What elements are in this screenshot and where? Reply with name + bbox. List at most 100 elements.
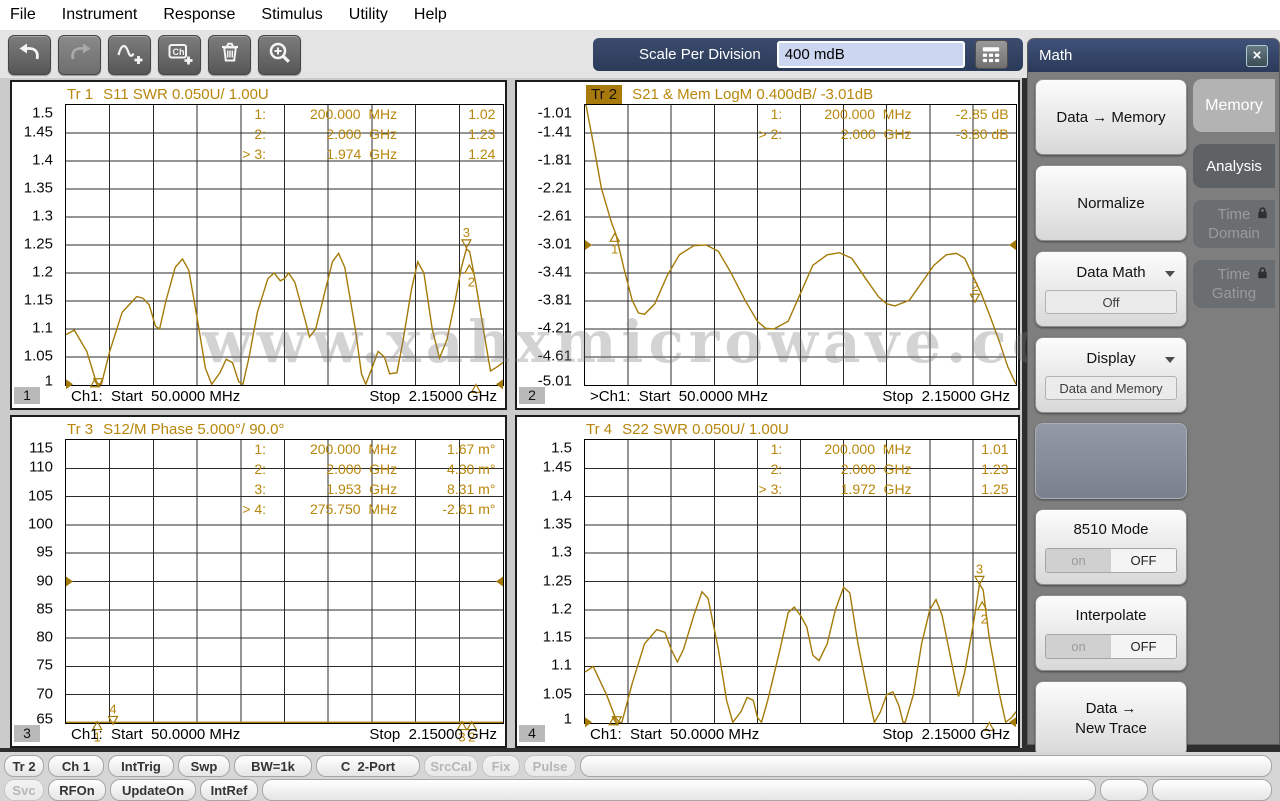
tab-analysis[interactable]: Analysis	[1193, 144, 1275, 188]
tab-time-domain: Time Domain	[1193, 200, 1275, 248]
plot-4: Tr 4 S22 SWR 0.050U/ 1.00U 1.5 1.45 1.4 1.35 1…	[515, 415, 1020, 748]
menu-utility[interactable]: Utility	[336, 6, 401, 24]
interpolate-button[interactable]: Interpolate on OFF	[1035, 595, 1187, 671]
y-axis-labels: 1.5 1.45 1.4 1.35 1.3 1.25 1.2 1.15 1.1 1.05 1	[517, 439, 578, 728]
y-tick-label: 1.05	[23, 347, 53, 365]
status-ch-1[interactable]: Ch 1	[48, 755, 104, 777]
y-tick-label: -3.81	[537, 291, 572, 309]
marker-symbol	[460, 239, 472, 250]
toggle-off-label: OFF	[1111, 635, 1176, 658]
y-tick-label: 90	[36, 572, 53, 589]
add-channel-button[interactable]: Ch	[158, 35, 201, 75]
channel-badge: 4	[519, 725, 545, 742]
y-tick-label: 105	[27, 487, 53, 505]
delete-icon	[216, 39, 244, 72]
toolbar-icons: Ch	[8, 35, 301, 75]
status-blank[interactable]	[1100, 779, 1148, 801]
data-memory-button[interactable]: Data → Memory	[1035, 79, 1187, 155]
redo-icon	[66, 39, 94, 72]
scale-per-division-label: Scale Per Division	[639, 46, 761, 63]
status-blank[interactable]	[580, 755, 1272, 777]
button-label: 8510 Mode	[1073, 521, 1149, 538]
status-tr-2[interactable]: Tr 2	[4, 755, 44, 777]
ref-level-arrow-left	[585, 240, 592, 250]
plot-2: Tr 2 S21 & Mem LogM 0.400dB/ -3.01dB -1.01…	[515, 80, 1020, 410]
y-tick-label: 1.3	[551, 543, 572, 561]
menu-help[interactable]: Help	[401, 6, 460, 24]
marker-number-label: 4	[109, 701, 116, 716]
y-tick-label: -4.61	[537, 347, 572, 365]
blank-button[interactable]: Data → New Trace	[1035, 681, 1187, 757]
y-tick-label: 70	[36, 685, 53, 703]
y-tick-label: -3.01	[537, 235, 572, 253]
button-label: Data → New Trace	[1075, 700, 1147, 737]
dropdown-value: Off	[1045, 290, 1177, 314]
status-rfon[interactable]: RFOn	[48, 779, 106, 801]
plot-grid: 32	[65, 104, 504, 393]
toggle-on-label: on	[1046, 635, 1111, 658]
status-updateon[interactable]: UpdateOn	[110, 779, 196, 801]
status-inttrig[interactable]: IntTrig	[108, 755, 174, 777]
trace-label[interactable]: Tr 1	[67, 86, 93, 103]
trace-label[interactable]: Tr 4	[586, 421, 612, 438]
plot-3: Tr 3 S12/M Phase 5.000°/ 90.0° 115 110 105 10…	[10, 415, 507, 748]
y-tick-label: 115	[29, 439, 53, 457]
8510-mode-toggle[interactable]: on OFF	[1045, 548, 1177, 573]
marker-number-label: 2	[971, 279, 978, 294]
y-tick-label: 1.45	[23, 123, 53, 141]
trace-label[interactable]: Tr 2	[586, 85, 623, 104]
y-tick-label: 1.1	[551, 656, 572, 674]
y-tick-label: 1.35	[23, 179, 53, 197]
status-c-2-port[interactable]: C 2-Port	[316, 755, 420, 777]
scale-value: 400 mdB	[784, 46, 845, 63]
math-buttons: Data → Memory Normalize Data Math Off Displa…	[1035, 79, 1187, 767]
status-intref[interactable]: IntRef	[200, 779, 258, 801]
zoom-button[interactable]	[258, 35, 301, 75]
button-label: Data → Memory	[1056, 108, 1166, 126]
menu-response[interactable]: Response	[150, 6, 248, 24]
scale-input[interactable]: 400 mdB	[776, 41, 965, 68]
menu-file[interactable]: File	[0, 6, 49, 24]
status-swp[interactable]: Swp	[178, 755, 230, 777]
x-axis-stop-label: Stop 2.15000 GHz	[882, 388, 1010, 405]
tab-label: Analysis	[1206, 157, 1262, 175]
y-tick-label: 80	[36, 628, 53, 646]
y-tick-label: -4.21	[537, 319, 572, 337]
y-tick-label: 1.15	[23, 291, 53, 309]
status-bar: Tr 2 Ch 1 IntTrig Swp BW=1k C 2-Port SrcCal Fix…	[0, 752, 1280, 801]
tab-memory[interactable]: Memory	[1193, 79, 1275, 132]
keypad-button[interactable]	[974, 40, 1008, 69]
trace-title-text: S22 SWR 0.050U/ 1.00U	[622, 421, 789, 438]
data-math-button[interactable]: Data Math Off	[1035, 251, 1187, 327]
close-icon[interactable]: ×	[1246, 44, 1268, 67]
add-trace-button[interactable]	[108, 35, 151, 75]
status-bw-1k[interactable]: BW=1k	[234, 755, 312, 777]
menu-stimulus[interactable]: Stimulus	[248, 6, 335, 24]
y-tick-label: 1.3	[32, 207, 53, 225]
lock-icon	[1257, 205, 1268, 224]
undo-button[interactable]	[8, 35, 51, 75]
plot-grid: 32	[584, 439, 1017, 731]
x-axis-stop-label: Stop 2.15000 GHz	[369, 388, 497, 405]
status-srccal: SrcCal	[424, 755, 478, 777]
normalize-button[interactable]: Normalize	[1035, 165, 1187, 241]
redo-button	[58, 35, 101, 75]
delete-button[interactable]	[208, 35, 251, 75]
channel-badge: 3	[14, 725, 40, 742]
marker-number-label: 3	[463, 225, 470, 240]
y-tick-label: 1.15	[542, 628, 572, 646]
trace-label[interactable]: Tr 3	[67, 421, 93, 438]
dropdown-value: Data and Memory	[1045, 376, 1177, 400]
plot-grid: 12	[584, 104, 1017, 386]
status-blank[interactable]	[1152, 779, 1272, 801]
status-blank[interactable]	[262, 779, 1096, 801]
add-channel-icon: Ch	[166, 39, 194, 72]
y-axis-labels: -1.01 -1.41 -1.81 -2.21 -2.61 -3.01 -3.41 -3.81…	[517, 104, 578, 390]
marker-number-label: 3	[976, 561, 983, 576]
menu-instrument[interactable]: Instrument	[49, 6, 151, 24]
y-tick-label: 75	[36, 656, 53, 674]
display-button[interactable]: Display Data and Memory	[1035, 337, 1187, 413]
chevron-down-icon	[1165, 356, 1175, 363]
interpolate-toggle[interactable]: on OFF	[1045, 634, 1177, 659]
8510-mode-button[interactable]: 8510 Mode on OFF	[1035, 509, 1187, 585]
